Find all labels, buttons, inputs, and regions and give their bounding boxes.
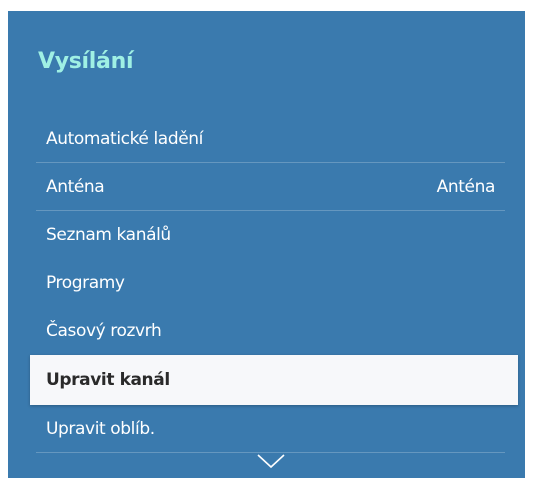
menu-item-label: Programy [46, 273, 125, 293]
menu-item-edit-channel[interactable]: Upravit kanál [30, 355, 518, 405]
broadcast-menu-panel: Vysílání Automatické ladění Anténa Antén… [8, 11, 525, 478]
menu-item-antenna[interactable]: Anténa Anténa [36, 163, 505, 211]
menu-item-programs[interactable]: Programy [36, 259, 505, 307]
menu-item-label: Anténa [46, 176, 105, 197]
menu-item-auto-tuning[interactable]: Automatické ladění [36, 115, 505, 163]
menu-item-value: Anténa [436, 176, 496, 197]
menu-item-label: Upravit kanál [46, 370, 170, 390]
menu-item-label: Seznam kanálů [46, 225, 171, 245]
menu-list: Automatické ladění Anténa Anténa Seznam … [8, 115, 525, 453]
menu-item-schedule[interactable]: Časový rozvrh [36, 307, 505, 355]
menu-item-edit-favorites[interactable]: Upravit oblíb. [36, 405, 505, 453]
menu-item-label: Upravit oblíb. [46, 418, 155, 439]
menu-item-label: Časový rozvrh [46, 321, 162, 341]
menu-item-label: Automatické ladění [46, 128, 203, 149]
chevron-down-icon[interactable] [256, 453, 286, 469]
menu-title: Vysílání [38, 49, 134, 74]
menu-item-channel-list[interactable]: Seznam kanálů [36, 211, 505, 259]
